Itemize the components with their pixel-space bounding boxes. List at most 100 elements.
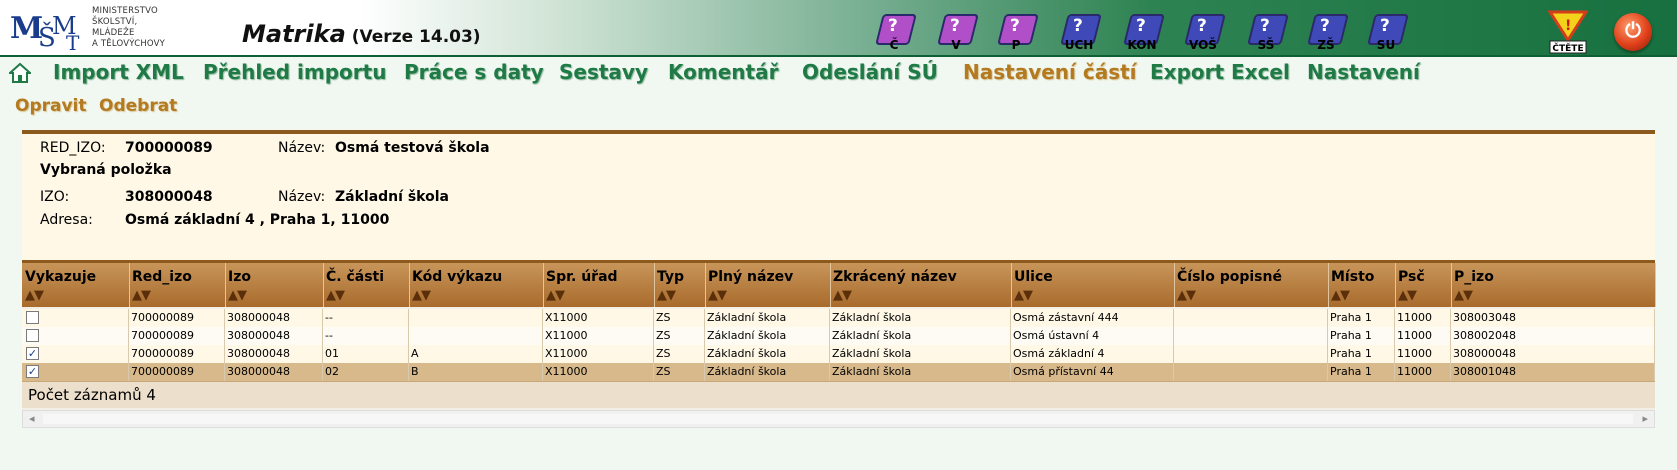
help-book-5-icon[interactable]: ? VOŠ: [1184, 14, 1226, 54]
column-header[interactable]: Číslo popisné ▲▼: [1174, 263, 1329, 307]
sort-arrows-icon[interactable]: ▲▼: [833, 288, 852, 303]
table-row[interactable]: ✓ 700000089 308000048 02 B X11000 ZS Základní š…: [22, 363, 1655, 381]
table-cell: X11000: [543, 309, 654, 327]
nav-prace-s-daty[interactable]: Práce s daty: [404, 60, 544, 84]
table-row[interactable]: 700000089 308000048 -- X11000 ZS Základní ško…: [22, 309, 1655, 327]
table-row[interactable]: ✓ 700000089 308000048 01 A X11000 ZS Základní š…: [22, 345, 1655, 363]
scroll-right-icon[interactable]: ▸: [1642, 412, 1648, 425]
nav-nastaveni-casti[interactable]: Nastavení částí: [963, 60, 1137, 84]
column-header[interactable]: Vykazuje ▲▼: [22, 263, 130, 307]
question-mark-icon: ?: [1380, 16, 1390, 36]
column-title: Red_izo: [132, 269, 192, 285]
sort-arrows-icon[interactable]: ▲▼: [1014, 288, 1033, 303]
sort-arrows-icon[interactable]: ▲▼: [132, 288, 151, 303]
table-cell: [1174, 345, 1328, 363]
nav-odeslani-su[interactable]: Odeslání SÚ: [802, 60, 938, 84]
column-header[interactable]: Red_izo ▲▼: [129, 263, 226, 307]
sort-arrows-icon[interactable]: ▲▼: [1398, 288, 1417, 303]
help-book-0-icon[interactable]: ? Č: [875, 14, 917, 54]
sort-arrows-icon[interactable]: ▲▼: [546, 288, 565, 303]
sort-arrows-icon[interactable]: ▲▼: [412, 288, 431, 303]
help-book-3-icon[interactable]: ? UCH: [1060, 14, 1102, 54]
vykazuje-checkbox[interactable]: [26, 311, 39, 324]
nazev-label-2: Název:: [278, 189, 326, 205]
vykazuje-checkbox[interactable]: ✓: [26, 365, 39, 378]
power-icon[interactable]: ⏻: [1614, 13, 1652, 51]
nav-export-excel[interactable]: Export Excel: [1150, 60, 1290, 84]
column-header[interactable]: Plný název ▲▼: [705, 263, 831, 307]
sort-arrows-icon[interactable]: ▲▼: [657, 288, 676, 303]
sort-arrows-icon[interactable]: ▲▼: [25, 288, 44, 303]
table-cell: Osmá základní 4: [1011, 345, 1174, 363]
nazev-value-2: Základní škola: [335, 189, 449, 205]
question-mark-icon: ?: [888, 16, 898, 36]
table-cell: B: [409, 363, 543, 381]
table-cell: Základní škola: [830, 363, 1011, 381]
table-cell: 11000: [1395, 309, 1451, 327]
scroll-left-icon[interactable]: ◂: [29, 412, 35, 425]
nav-import-xml[interactable]: Import XML: [53, 60, 184, 84]
table-cell: Základní škola: [705, 327, 830, 345]
column-header[interactable]: P_izo ▲▼: [1451, 263, 1656, 307]
read-me-warning-icon[interactable]: ! ČTĚTE: [1548, 10, 1588, 54]
izo-label: IZO:: [40, 189, 70, 205]
app-title: Matrika (Verze 14.03): [242, 20, 481, 48]
table-cell: 700000089: [129, 345, 225, 363]
help-book-8-icon[interactable]: ? SU: [1367, 14, 1409, 54]
sort-arrows-icon[interactable]: ▲▼: [708, 288, 727, 303]
question-mark-icon: ?: [950, 16, 960, 36]
help-book-label: KON: [1127, 38, 1157, 52]
home-icon[interactable]: [9, 62, 31, 84]
app-header: M Š M T MINISTERSTVO ŠKOLSTVÍ, MLÁDEŽE A…: [0, 0, 1677, 55]
table-row[interactable]: 700000089 308000048 -- X11000 ZS Základní ško…: [22, 327, 1655, 345]
sort-arrows-icon[interactable]: ▲▼: [1454, 288, 1473, 303]
help-book-6-icon[interactable]: ? SŠ: [1247, 14, 1289, 54]
table-cell: Osmá ústavní 4: [1011, 327, 1174, 345]
opravit-button[interactable]: Opravit: [15, 96, 87, 116]
sort-arrows-icon[interactable]: ▲▼: [228, 288, 247, 303]
column-title: Č. části: [326, 269, 385, 285]
column-header[interactable]: Psč ▲▼: [1395, 263, 1452, 307]
column-header[interactable]: Místo ▲▼: [1328, 263, 1396, 307]
column-header[interactable]: Ulice ▲▼: [1011, 263, 1175, 307]
sort-arrows-icon[interactable]: ▲▼: [1331, 288, 1350, 303]
nav-komentar[interactable]: Komentář: [668, 60, 778, 84]
odebrat-button[interactable]: Odebrat: [99, 96, 177, 116]
column-title: Kód výkazu: [412, 269, 503, 285]
help-book-2-icon[interactable]: ? P: [997, 14, 1039, 54]
column-header[interactable]: Izo ▲▼: [225, 263, 324, 307]
table-header: Vykazuje ▲▼ Red_izo ▲▼ Izo ▲▼ Č. části ▲▼ Kód vý…: [22, 263, 1656, 307]
table-cell: --: [323, 327, 409, 345]
table-cell: 700000089: [129, 309, 225, 327]
help-book-1-icon[interactable]: ? V: [937, 14, 979, 54]
school-info-panel: RED_IZO: 700000089 Název: Osmá testová š…: [22, 130, 1655, 262]
horizontal-scrollbar[interactable]: ◂ ▸: [22, 410, 1655, 428]
column-header[interactable]: Č. části ▲▼: [323, 263, 410, 307]
ministry-name: MINISTERSTVO ŠKOLSTVÍ, MLÁDEŽE A TĚLOVÝC…: [92, 6, 166, 49]
sort-arrows-icon[interactable]: ▲▼: [1177, 288, 1196, 303]
table-cell: 308003048: [1451, 309, 1655, 327]
adresa-value: Osmá základní 4 , Praha 1, 11000: [125, 212, 390, 228]
column-header[interactable]: Zkrácený název ▲▼: [830, 263, 1012, 307]
column-header[interactable]: Kód výkazu ▲▼: [409, 263, 544, 307]
scroll-thumb[interactable]: [43, 414, 1633, 424]
selected-item-heading: Vybraná položka: [40, 162, 172, 178]
nav-sestavy[interactable]: Sestavy: [559, 60, 648, 84]
sort-arrows-icon[interactable]: ▲▼: [326, 288, 345, 303]
vykazuje-checkbox[interactable]: ✓: [26, 347, 39, 360]
table-cell: ZS: [654, 363, 705, 381]
app-version: (Verze 14.03): [351, 27, 481, 47]
column-header[interactable]: Spr. úřad ▲▼: [543, 263, 655, 307]
nav-prehled-importu[interactable]: Přehled importu: [203, 60, 386, 84]
vykazuje-checkbox[interactable]: [26, 329, 39, 342]
column-header[interactable]: Typ ▲▼: [654, 263, 706, 307]
table-cell: Osmá přístavní 44: [1011, 363, 1174, 381]
table-cell: 308001048: [1451, 363, 1655, 381]
help-book-label: UCH: [1064, 38, 1094, 52]
nav-nastaveni[interactable]: Nastavení: [1307, 60, 1420, 84]
help-book-7-icon[interactable]: ? ZŠ: [1307, 14, 1349, 54]
parts-table: Vykazuje ▲▼ Red_izo ▲▼ Izo ▲▼ Č. části ▲▼ Kód vý…: [22, 260, 1656, 413]
help-book-label: Č: [889, 38, 899, 52]
help-book-4-icon[interactable]: ? KON: [1123, 14, 1165, 54]
table-cell: X11000: [543, 327, 654, 345]
